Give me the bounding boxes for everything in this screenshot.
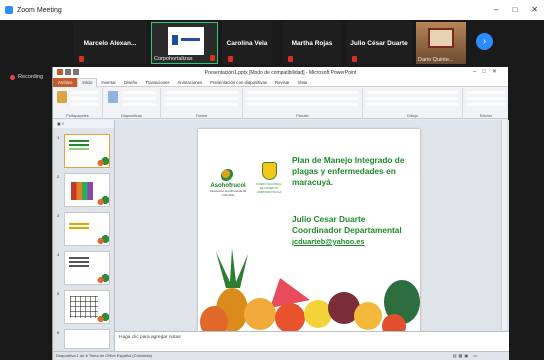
participant-video: [428, 28, 454, 48]
participant-tile[interactable]: Julio César Duarte: [346, 22, 412, 64]
slide-thumbnail[interactable]: 2: [57, 173, 110, 207]
participant-tile[interactable]: Marcelo Alexan...: [73, 22, 147, 64]
group-editing[interactable]: Edición: [463, 88, 509, 118]
muted-mic-icon: [352, 56, 357, 62]
participant-tile-active[interactable]: Corpohortalizas: [151, 22, 218, 64]
participant-logo: [168, 27, 204, 55]
participant-name: Marcelo Alexan...: [83, 39, 137, 47]
view-buttons[interactable]: ▤▦▣ ▭: [453, 352, 479, 360]
slide-thumbnail[interactable]: 5: [57, 290, 110, 324]
status-bar: Diapositiva 1 de 6 Tema de Office Españo…: [53, 351, 509, 360]
participant-name: Carolina Vela: [226, 39, 268, 47]
zoom-icon: [5, 6, 13, 14]
slide-author[interactable]: Julio Cesar Duarte Coordinador Departame…: [292, 214, 416, 247]
participant-gallery: Marcelo Alexan... Corpohortalizas Caroli…: [0, 20, 544, 67]
recording-label: Recording: [18, 74, 44, 80]
muted-mic-icon: [288, 56, 293, 62]
slide-canvas[interactable]: Asohofrucol Asociación Hortifrutícola de…: [198, 129, 420, 334]
slide-thumbnail[interactable]: 1: [57, 134, 110, 168]
ppt-titlebar: Presentación1.pptx [Modo de compatibilid…: [53, 67, 508, 78]
maximize-button[interactable]: □: [512, 5, 517, 14]
mango: [354, 302, 382, 330]
window-title: Zoom Meeting: [17, 6, 62, 14]
fruit-illustration: [200, 248, 420, 334]
ribbon: Portapapeles Diapositivas Fuente Párrafo…: [53, 87, 508, 119]
group-font[interactable]: Fuente: [161, 88, 243, 118]
quick-access-toolbar[interactable]: [57, 69, 79, 75]
zoom-titlebar: Zoom Meeting – □ ✕: [0, 0, 544, 20]
group-drawing[interactable]: Dibujo: [363, 88, 463, 118]
muted-mic-icon: [79, 56, 84, 62]
tab-view[interactable]: Vista: [294, 80, 311, 85]
tomato: [275, 303, 305, 333]
tab-transitions[interactable]: Transiciones: [141, 80, 173, 85]
recording-indicator[interactable]: Recording: [10, 74, 43, 80]
notes-placeholder: Haga clic para agregar notas: [119, 335, 181, 340]
slide-editor: Asohofrucol Asociación Hortifrutícola de…: [115, 120, 509, 352]
tab-animations[interactable]: Animaciones: [174, 80, 207, 85]
participant-caption: Dario Quinte...: [418, 57, 454, 63]
record-icon: [10, 74, 15, 80]
lemon: [304, 300, 332, 328]
participant-caption: Corpohortalizas: [154, 56, 193, 62]
tab-file[interactable]: Archivo: [53, 77, 78, 87]
vertical-scrollbar[interactable]: [501, 120, 507, 330]
minimize-button[interactable]: –: [494, 5, 498, 14]
powerpoint-window: Presentación1.pptx [Modo de compatibilid…: [52, 67, 509, 360]
tab-home[interactable]: Inicio: [77, 77, 98, 87]
muted-mic-icon: [228, 56, 233, 62]
close-button[interactable]: ✕: [531, 5, 538, 14]
tab-review[interactable]: Revisar: [271, 80, 294, 85]
ppt-window-controls[interactable]: –□✕: [473, 68, 503, 75]
muted-mic-icon: [210, 55, 215, 61]
asohofrucol-logo: Asohofrucol Asociación Hortifrutícola de…: [206, 169, 250, 197]
slide-thumbnail[interactable]: 4: [57, 251, 110, 285]
slide-thumbnail[interactable]: 6: [57, 329, 110, 349]
author-email: jcduarteb@yahoo.es: [292, 237, 365, 246]
participant-name: Julio César Duarte: [350, 39, 408, 47]
next-page-button[interactable]: ›: [476, 33, 493, 50]
tab-slideshow[interactable]: Presentación con diapositivas: [206, 80, 271, 85]
tab-insert[interactable]: Insertar: [97, 80, 120, 85]
participant-tile[interactable]: Dario Quinte...: [416, 22, 466, 64]
group-slides[interactable]: Diapositivas: [103, 88, 161, 118]
paste-icon: [57, 91, 67, 103]
new-slide-icon: [108, 91, 118, 103]
group-clipboard[interactable]: Portapapeles: [53, 88, 103, 118]
group-paragraph[interactable]: Párrafo: [243, 88, 363, 118]
slide-title[interactable]: Plan de Manejo Integrado de plagas y enf…: [292, 155, 416, 188]
participant-tile[interactable]: Martha Rojas: [282, 22, 342, 64]
ppt-title: Presentación1.pptx [Modo de compatibilid…: [204, 69, 357, 76]
pineapple-leaves: [216, 248, 248, 288]
passion-fruit: [244, 298, 276, 330]
tab-design[interactable]: Diseño: [120, 80, 141, 85]
participant-tile[interactable]: Carolina Vela: [222, 22, 272, 64]
participant-name: Martha Rojas: [291, 39, 333, 47]
slide-thumbnails-pane: ▣ ≡ 1 2 3 4 5 6: [53, 120, 115, 352]
status-text: Diapositiva 1 de 6 Tema de Office Españo…: [56, 353, 152, 358]
notes-pane[interactable]: Haga clic para agregar notas: [115, 331, 509, 352]
fondo-logo: FONDO NACIONAL DE FOMENTO HORTIFRUTÍCOLA: [256, 162, 282, 194]
ribbon-tabs: Archivo Inicio Insertar Diseño Transicio…: [53, 77, 508, 87]
slide-thumbnail[interactable]: 3: [57, 212, 110, 246]
thumbnails-header: ▣ ≡: [53, 120, 114, 128]
